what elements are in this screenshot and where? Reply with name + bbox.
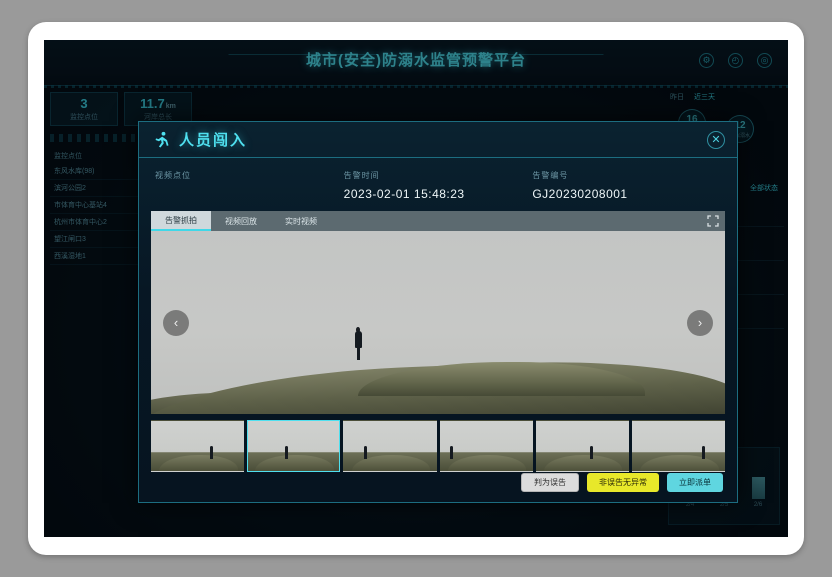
thumb-person	[449, 446, 453, 459]
screen: 城市(安全)防溺水监管预警平台 ⚙ ◴ ◎ 3 监控点位 11.7km 河岸总长…	[44, 40, 788, 537]
modal-tabs: 告警抓拍 视频回放 实时视频	[151, 211, 725, 231]
thumbnail-item-selected[interactable]	[247, 420, 341, 472]
prev-image-button[interactable]: ‹	[163, 309, 189, 336]
thumb-rock	[351, 455, 431, 471]
thumb-person	[702, 446, 706, 459]
meta-field-alarm-time: 告警时间 2023-02-01 15:48:23	[344, 170, 533, 201]
thumbnail-item[interactable]	[535, 420, 629, 472]
thumbnail-item[interactable]	[343, 420, 437, 472]
thumb-rock	[543, 455, 623, 471]
not-false-no-anomaly-button[interactable]: 非误告无异常	[587, 473, 659, 492]
running-person-icon	[155, 131, 169, 147]
device-bezel: 城市(安全)防溺水监管预警平台 ⚙ ◴ ◎ 3 监控点位 11.7km 河岸总长…	[28, 22, 804, 555]
thumbnail-item[interactable]	[151, 420, 245, 472]
modal-header: 人员闯入 ✕	[139, 122, 737, 158]
meta-value: 2023-02-01 15:48:23	[343, 187, 465, 201]
thumb-rock	[640, 455, 719, 471]
person-legs	[356, 347, 360, 360]
thumbnail-item[interactable]	[631, 420, 726, 472]
close-icon[interactable]: ✕	[707, 131, 725, 149]
photo-person-figure	[354, 327, 362, 360]
tab-alarm-capture[interactable]: 告警抓拍	[151, 211, 211, 231]
thumb-person	[589, 446, 593, 459]
meta-label: 告警时间	[343, 171, 380, 180]
mark-false-alarm-button[interactable]: 判为误告	[521, 473, 579, 492]
fullscreen-icon[interactable]	[707, 215, 719, 227]
thumb-person	[364, 446, 368, 459]
person-body	[354, 331, 362, 348]
meta-value: GJ20230208001	[532, 187, 628, 201]
thumbnail-item[interactable]	[439, 420, 533, 472]
alarm-image-viewer: ‹ ›	[151, 231, 725, 414]
person-intrusion-modal: 人员闯入 ✕ 视频点位 告警时间 2023-02-01 15:48:23 告警编…	[138, 121, 738, 503]
thumb-rock	[447, 455, 527, 471]
dispatch-now-button[interactable]: 立即派单	[667, 473, 723, 492]
thumbnail-strip	[151, 420, 726, 472]
meta-label: 告警编号	[532, 171, 569, 180]
next-image-button[interactable]: ›	[687, 309, 713, 336]
thumb-person	[284, 446, 288, 459]
thumb-rock	[255, 455, 334, 471]
thumb-person	[210, 446, 214, 459]
tab-live-video[interactable]: 实时视频	[271, 211, 331, 231]
modal-meta-row: 视频点位 告警时间 2023-02-01 15:48:23 告警编号 GJ202…	[139, 158, 737, 211]
meta-label: 视频点位	[155, 171, 191, 180]
thumb-rock	[159, 455, 238, 471]
meta-field-video-point: 视频点位	[155, 170, 344, 201]
meta-field-alarm-number: 告警编号 GJ20230208001	[532, 170, 721, 201]
modal-title: 人员闯入	[179, 132, 248, 149]
modal-action-buttons: 判为误告 非误告无异常 立即派单	[521, 473, 723, 492]
tab-video-playback[interactable]: 视频回放	[211, 211, 271, 231]
